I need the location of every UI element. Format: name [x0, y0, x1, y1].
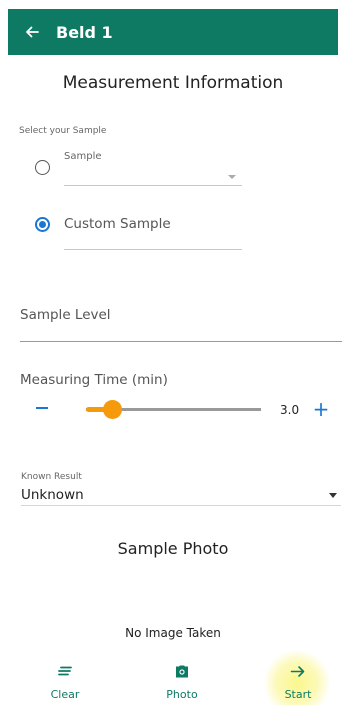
increase-time-button[interactable]: +: [310, 398, 332, 420]
arrow-left-icon: [26, 26, 39, 38]
app-bar: Beld 1: [8, 9, 338, 55]
app-title: Beld 1: [56, 22, 113, 42]
sample-dropdown-arrow-icon: [228, 175, 236, 179]
known-result-label: Known Result: [21, 472, 82, 482]
sample-photo-title: Sample Photo: [117, 539, 229, 558]
start-button[interactable]: Start: [258, 657, 338, 705]
photo-label: Photo: [166, 688, 198, 701]
measurement-title: Measurement Information: [62, 73, 284, 93]
custom-sample-field[interactable]: Custom Sample: [64, 216, 171, 232]
sample-level-field[interactable]: Sample Level: [20, 307, 111, 323]
time-value: 3.0: [280, 403, 300, 417]
time-slider-thumb[interactable]: [102, 400, 122, 419]
sample-dropdown[interactable]: [64, 164, 242, 184]
custom-sample-underline: [64, 249, 242, 250]
clear-lines-icon: [58, 666, 72, 676]
known-result-underline: [21, 505, 341, 506]
minus-icon: [36, 407, 48, 409]
select-sample-label: Select your Sample: [19, 126, 107, 136]
back-button[interactable]: [8, 9, 56, 55]
decrease-time-button[interactable]: [32, 398, 52, 418]
start-label: Start: [284, 688, 312, 701]
arrow-right-icon: [290, 666, 305, 677]
known-result-value: Unknown: [21, 487, 84, 503]
sample-level-underline: [20, 341, 342, 342]
sample-radio[interactable]: [35, 160, 50, 175]
bottom-nav: Clear Photo Start: [8, 657, 338, 705]
clear-label: Clear: [50, 688, 80, 701]
custom-sample-radio[interactable]: [35, 217, 50, 232]
plus-icon: +: [312, 397, 330, 421]
known-result-arrow-icon: [329, 493, 337, 498]
clear-button[interactable]: Clear: [25, 657, 105, 705]
sample-dropdown-label: Sample: [64, 151, 102, 162]
sample-dropdown-underline: [64, 185, 242, 186]
measuring-time-label: Measuring Time (min): [20, 372, 168, 388]
photo-button[interactable]: Photo: [142, 657, 222, 705]
known-result-select[interactable]: Unknown: [21, 486, 341, 506]
photo-status: No Image Taken: [125, 626, 221, 640]
camera-icon: [176, 665, 188, 678]
